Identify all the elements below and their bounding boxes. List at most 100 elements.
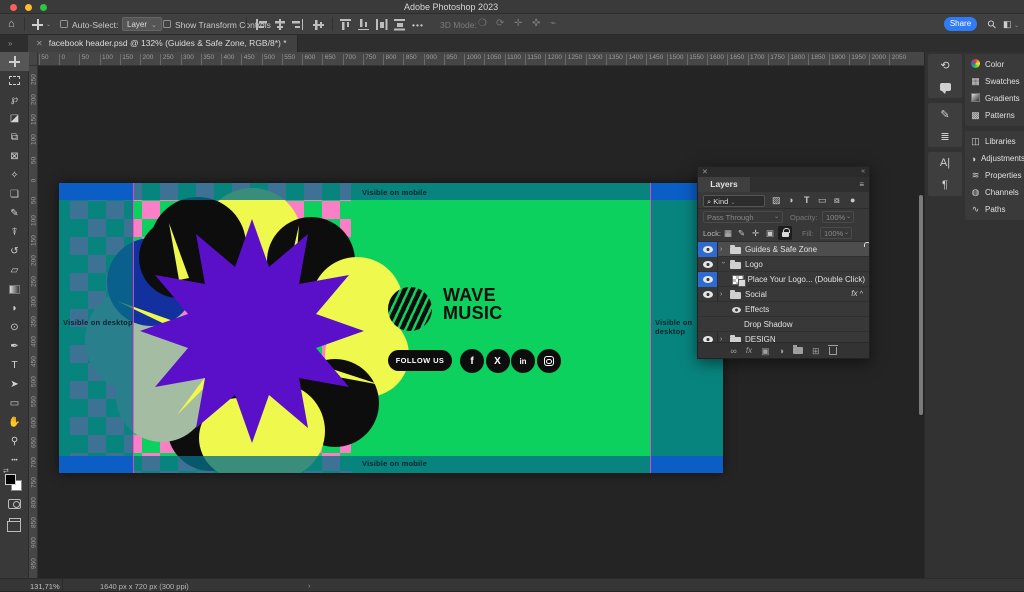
layer-visibility-toggle[interactable] xyxy=(698,257,718,272)
filter-pixel-layers-icon[interactable]: ▨ xyxy=(772,195,781,206)
dock-panel-adjustments[interactable]: ◑Adjustments xyxy=(965,150,1024,167)
zoom-window-button[interactable] xyxy=(40,4,47,11)
align-top-edges-icon[interactable] xyxy=(340,19,351,30)
lock-image-icon[interactable]: ✎ xyxy=(738,228,745,239)
status-options-chevron-icon[interactable]: › xyxy=(308,581,311,590)
layer-visibility-toggle[interactable] xyxy=(698,287,718,302)
fill-value[interactable]: 100% ⌄ xyxy=(820,227,852,239)
lock-position-icon[interactable]: ✛ xyxy=(752,228,759,239)
distribute-vertical-icon[interactable] xyxy=(394,19,405,30)
document-vertical-scrollbar[interactable] xyxy=(919,195,923,415)
history-brush-tool[interactable]: ↺ xyxy=(0,242,29,261)
workspace-switcher-icon[interactable]: ◧ ⌄ xyxy=(1003,19,1019,30)
expand-icon[interactable]: › xyxy=(720,246,726,253)
brushes-icon[interactable]: ≣ xyxy=(928,125,962,147)
dock-panel-patterns[interactable]: ▩Patterns xyxy=(965,107,1024,124)
dodge-tool[interactable]: ⊙ xyxy=(0,318,29,337)
move-tool[interactable] xyxy=(0,52,29,71)
canvas[interactable]: WAVE MUSIC FOLLOW US fXin Visible on mob… xyxy=(59,183,723,473)
comments-icon[interactable] xyxy=(928,76,962,98)
panel-menu-icon[interactable]: ≡ xyxy=(859,180,864,189)
brush-tool[interactable]: ✎ xyxy=(0,204,29,223)
minimize-window-button[interactable] xyxy=(25,4,32,11)
layer-fx-icon[interactable]: fx ^ xyxy=(851,289,863,298)
path-selection-tool[interactable]: ➤ xyxy=(0,375,29,394)
frame-tool[interactable]: ⊠ xyxy=(0,147,29,166)
distribute-horizontal-icon[interactable] xyxy=(376,19,387,30)
quick-mask[interactable] xyxy=(0,494,29,513)
history-icon[interactable]: ⟲ xyxy=(928,54,962,76)
dock-panel-libraries[interactable]: ◫Libraries xyxy=(965,133,1024,150)
healing-brush-tool[interactable]: ❏ xyxy=(0,185,29,204)
blend-mode-dropdown[interactable]: Pass Through ⌄ xyxy=(703,211,783,223)
zoom-level-field[interactable]: 131,71% xyxy=(30,582,60,591)
expand-icon[interactable]: › xyxy=(720,262,727,268)
filter-type-layers-icon[interactable]: T xyxy=(804,195,810,205)
align-vertical-centers-icon[interactable] xyxy=(313,19,324,30)
close-tab-icon[interactable]: ✕ xyxy=(36,39,43,48)
layer-row[interactable]: Effects xyxy=(698,302,869,317)
dock-panel-swatches[interactable]: ▦Swatches xyxy=(965,73,1024,90)
filter-adjustment-layers-icon[interactable]: ◑ xyxy=(788,195,793,205)
auto-select-target-dropdown[interactable]: Layer⌄ xyxy=(122,17,162,31)
align-right-edges-icon[interactable] xyxy=(292,19,303,30)
filter-kind-dropdown[interactable]: ⌕ Kind ⌄ xyxy=(703,195,765,207)
lock-transparency-icon[interactable]: ▦ xyxy=(724,228,732,239)
adjustment-layer-icon[interactable]: ◑ xyxy=(779,344,784,358)
character-icon[interactable]: A| xyxy=(928,152,962,174)
color-swatches[interactable]: ⇄ xyxy=(0,470,29,494)
link-layers-icon[interactable]: ∞ xyxy=(730,344,736,358)
dock-panel-properties[interactable]: ≋Properties xyxy=(965,167,1024,184)
zoom-tool[interactable]: ⚲ xyxy=(0,432,29,451)
effects-visibility-toggle[interactable] xyxy=(732,307,741,313)
align-bottom-edges-icon[interactable] xyxy=(358,19,369,30)
layer-mask-icon[interactable]: ▣ xyxy=(761,344,770,358)
hand-tool[interactable]: ✋ xyxy=(0,413,29,432)
align-left-edges-icon[interactable] xyxy=(256,19,267,30)
screen-mode[interactable] xyxy=(0,513,29,532)
filter-shape-layers-icon[interactable]: ▭ xyxy=(818,195,827,206)
layer-row[interactable]: ›Logo xyxy=(698,257,869,272)
layer-visibility-toggle[interactable] xyxy=(698,242,718,257)
tool-preset-chevron-icon[interactable]: ⌄ xyxy=(46,21,51,28)
dock-panel-color[interactable]: Color xyxy=(965,56,1024,73)
layer-visibility-toggle[interactable] xyxy=(698,272,718,287)
home-icon[interactable]: ⌂ xyxy=(8,18,15,30)
layer-row[interactable]: Drop Shadow xyxy=(698,317,869,332)
dock-panel-gradients[interactable]: Gradients xyxy=(965,90,1024,107)
auto-select-checkbox[interactable] xyxy=(60,20,68,28)
new-group-icon[interactable] xyxy=(793,347,803,354)
lasso-tool[interactable]: ℘ xyxy=(0,90,29,109)
pen-tool[interactable]: ✒ xyxy=(0,337,29,356)
brush-settings-icon[interactable]: ✎ xyxy=(928,103,962,125)
dock-panel-paths[interactable]: ∿Paths xyxy=(965,201,1024,218)
layer-row[interactable]: ›Socialfx ^ xyxy=(698,287,869,302)
rectangle-tool[interactable]: ▭ xyxy=(0,394,29,413)
tab-overflow-icon[interactable]: » xyxy=(8,39,12,48)
move-tool-icon[interactable] xyxy=(32,19,43,32)
share-button[interactable]: Share xyxy=(944,17,977,31)
close-panel-icon[interactable]: ✕ xyxy=(702,168,708,176)
layer-row[interactable]: ›Guides & Safe Zone xyxy=(698,242,869,257)
crop-tool[interactable]: ⧉ xyxy=(0,128,29,147)
expand-icon[interactable]: › xyxy=(720,291,726,298)
type-tool[interactable]: T xyxy=(0,356,29,375)
blur-tool[interactable]: ◗ xyxy=(0,299,29,318)
opacity-value[interactable]: 100% ⌄ xyxy=(822,211,854,223)
show-transform-checkbox[interactable] xyxy=(163,20,171,28)
search-icon[interactable]: ⚲ xyxy=(985,17,1000,32)
layer-row[interactable]: Place Your Logo... (Double Click) xyxy=(698,272,869,287)
paragraph-icon[interactable]: ¶ xyxy=(928,174,962,196)
layer-style-icon[interactable]: fx xyxy=(746,344,752,358)
eraser-tool[interactable]: ▱ xyxy=(0,261,29,280)
eyedropper-tool[interactable]: ✧ xyxy=(0,166,29,185)
close-window-button[interactable] xyxy=(10,4,17,11)
layers-tab[interactable]: Layers xyxy=(698,177,750,192)
new-layer-icon[interactable]: ⊞ xyxy=(812,344,820,358)
dock-panel-channels[interactable]: ◍Channels xyxy=(965,184,1024,201)
delete-layer-icon[interactable] xyxy=(829,347,837,355)
marquee-tool[interactable] xyxy=(0,71,29,90)
layer-thumbnail[interactable] xyxy=(732,275,744,285)
align-horizontal-centers-icon[interactable] xyxy=(274,19,285,30)
lock-all-icon[interactable] xyxy=(778,226,792,240)
